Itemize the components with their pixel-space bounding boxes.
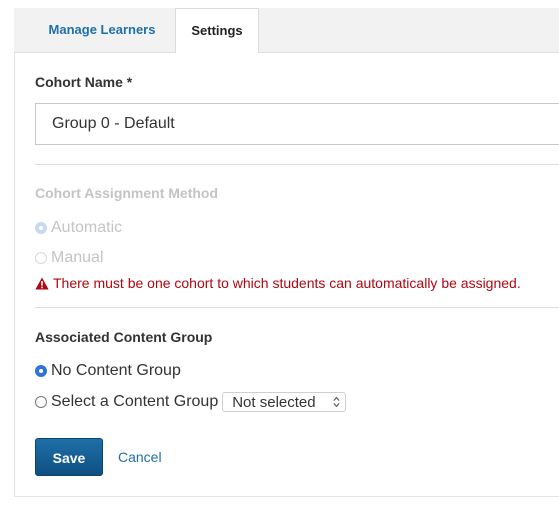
radio-no-content-group-button[interactable] — [35, 365, 47, 377]
radio-select-content-group-button[interactable] — [35, 396, 47, 408]
content-group-label: Associated Content Group — [35, 329, 213, 345]
content-group-select[interactable]: Not selected — [222, 392, 347, 412]
radio-automatic-button[interactable] — [35, 222, 47, 234]
save-button[interactable]: Save — [35, 438, 103, 476]
cohort-name-label: Cohort Name * — [35, 74, 133, 90]
cohort-name-input[interactable] — [35, 103, 559, 145]
tab-settings[interactable]: Settings — [175, 8, 259, 54]
radio-automatic-label: Automatic — [51, 219, 123, 236]
divider — [35, 307, 559, 308]
radio-no-content-group[interactable]: No Content Group — [35, 361, 181, 381]
cohort-settings-panel: Manage Learners Settings Cohort Name * C… — [14, 8, 559, 497]
radio-manual-label: Manual — [51, 249, 104, 266]
divider — [35, 164, 559, 165]
radio-select-content-group-label: Select a Content Group — [51, 393, 219, 410]
cancel-link[interactable]: Cancel — [118, 438, 162, 476]
radio-no-content-group-label: No Content Group — [51, 362, 181, 379]
settings-form: Cohort Name * Cohort Assignment Method A… — [14, 53, 559, 497]
radio-select-content-group[interactable]: Select a Content Group Not selected — [35, 392, 347, 412]
select-arrows-icon — [333, 396, 340, 408]
tab-manage-learners[interactable]: Manage Learners — [36, 8, 168, 52]
tab-bar: Manage Learners Settings — [14, 8, 559, 54]
radio-automatic[interactable]: Automatic — [35, 218, 122, 238]
content-group-select-value: Not selected — [232, 393, 316, 411]
assignment-method-label: Cohort Assignment Method — [35, 185, 219, 201]
assignment-warning: There must be one cohort to which studen… — [35, 274, 521, 292]
warning-text: There must be one cohort to which studen… — [53, 275, 521, 291]
warning-icon — [35, 277, 49, 289]
radio-manual-button[interactable] — [35, 252, 47, 264]
radio-manual[interactable]: Manual — [35, 248, 103, 268]
